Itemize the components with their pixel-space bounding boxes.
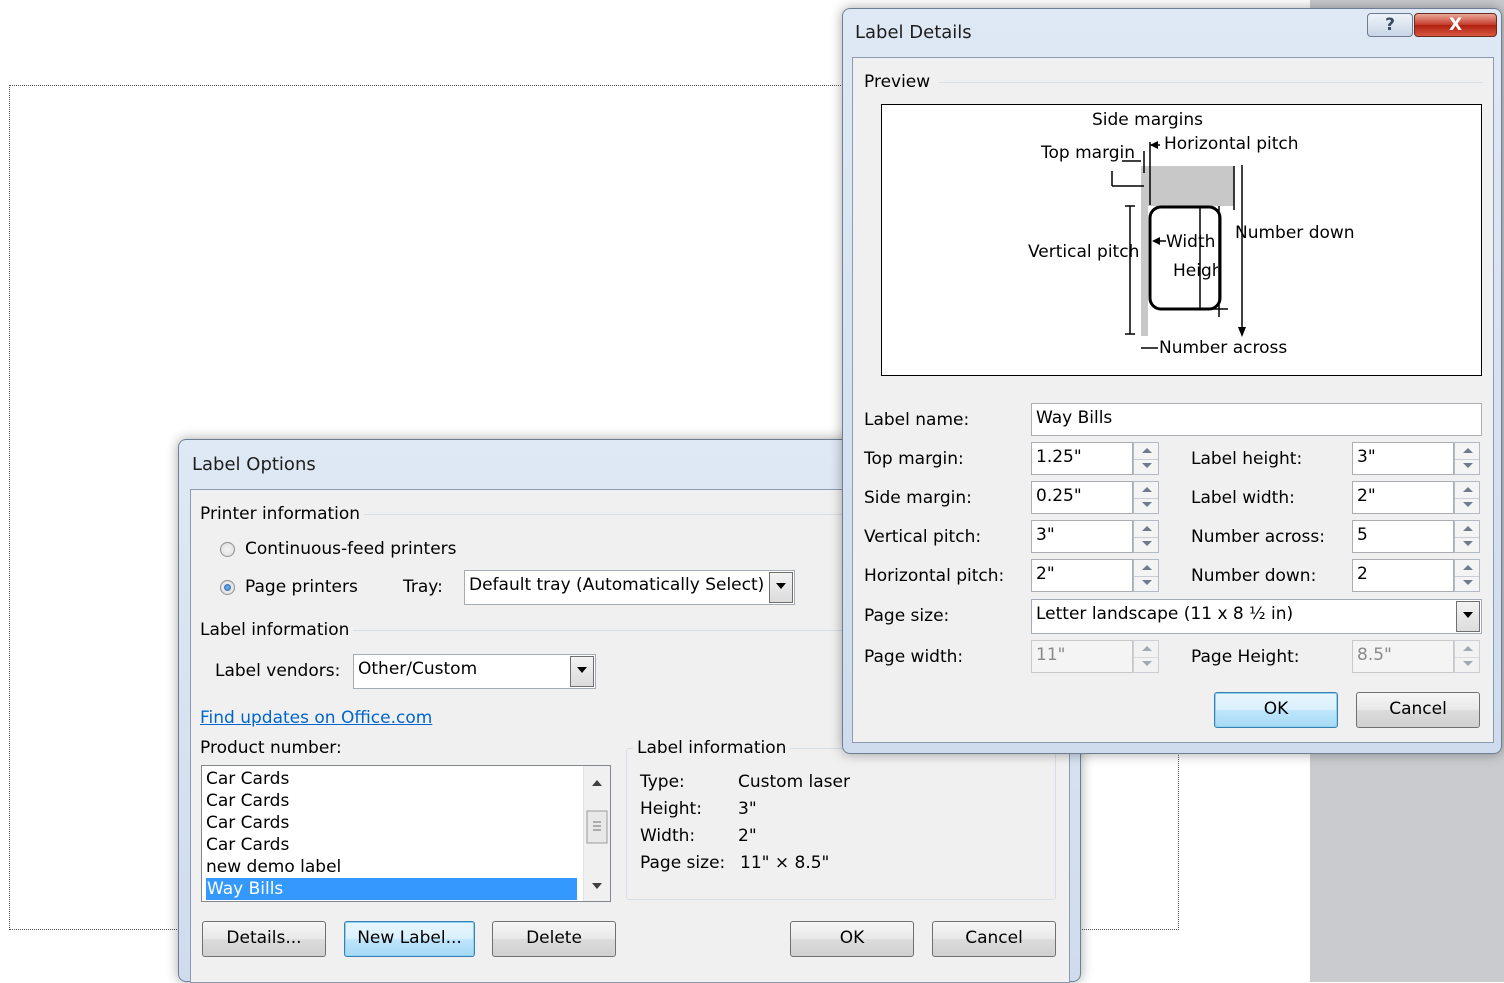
label-information-box — [626, 748, 1056, 900]
number-across-label: Number across: — [1191, 527, 1325, 547]
list-item[interactable]: Car Cards — [206, 790, 289, 812]
continuous-feed-label[interactable]: Continuous-feed printers — [245, 539, 457, 559]
dialog-title: Label Details — [855, 22, 972, 43]
type-label: Type: — [640, 772, 685, 792]
top-margin-input[interactable]: 1.25" — [1031, 442, 1133, 475]
scrollbar-arrows-icon[interactable] — [584, 766, 610, 901]
list-item-selected[interactable]: Way Bills — [206, 878, 577, 900]
page-width-stepper — [1133, 640, 1159, 673]
label-height-stepper[interactable] — [1454, 442, 1480, 475]
label-height-input[interactable]: 3" — [1352, 442, 1454, 475]
label-width-label: Label width: — [1191, 488, 1295, 508]
ok-button[interactable]: OK — [790, 921, 914, 957]
printer-information-heading: Printer information — [200, 504, 365, 524]
top-margin-label: Top margin: — [864, 449, 964, 469]
side-margins-caption: Side margins — [1092, 110, 1203, 130]
number-down-label: Number down: — [1191, 566, 1317, 586]
list-item[interactable]: new demo label — [206, 856, 341, 878]
list-item[interactable]: Car Cards — [206, 812, 289, 834]
side-margin-input[interactable]: 0.25" — [1031, 481, 1133, 514]
label-vendors-label: Label vendors: — [215, 661, 341, 681]
label-information-subheading: Label information — [633, 738, 791, 758]
tray-select[interactable]: Default tray (Automatically Select) — [464, 570, 795, 605]
label-height-label: Label height: — [1191, 449, 1303, 469]
horizontal-pitch-input[interactable]: 2" — [1031, 559, 1133, 592]
delete-button[interactable]: Delete — [492, 921, 616, 957]
label-information-heading: Label information — [200, 620, 354, 640]
vertical-pitch-stepper[interactable] — [1133, 520, 1159, 553]
page-size-label: Page size: — [640, 853, 726, 873]
number-across-stepper[interactable] — [1454, 520, 1480, 553]
label-name-label: Label name: — [864, 410, 970, 430]
chevron-down-icon[interactable] — [769, 572, 793, 603]
vertical-pitch-caption: Vertical pitch — [1028, 242, 1140, 262]
tray-label: Tray: — [403, 577, 443, 597]
label-vendors-select[interactable]: Other/Custom — [353, 654, 596, 689]
vertical-pitch-label: Vertical pitch: — [864, 527, 982, 547]
product-list-scrollbar[interactable] — [583, 766, 610, 901]
page-size-label: Page size: — [864, 606, 950, 626]
number-down-caption: Number down — [1235, 223, 1355, 243]
width-value: 2" — [738, 826, 757, 846]
page-printers-label[interactable]: Page printers — [245, 577, 358, 597]
label-name-input[interactable]: Way Bills — [1031, 403, 1482, 436]
top-margin-stepper[interactable] — [1133, 442, 1159, 475]
page-height-input: 8.5" — [1352, 640, 1454, 673]
page-width-input: 11" — [1031, 640, 1133, 673]
continuous-feed-radio[interactable] — [220, 542, 235, 557]
top-margin-caption: Top margin — [1041, 143, 1136, 163]
side-margin-label: Side margin: — [864, 488, 972, 508]
ok-button[interactable]: OK — [1214, 692, 1338, 728]
number-down-stepper[interactable] — [1454, 559, 1480, 592]
dialog-title: Label Options — [192, 454, 316, 475]
help-button[interactable]: ? — [1367, 13, 1413, 37]
height-value: 3" — [738, 799, 757, 819]
page-width-label: Page width: — [864, 647, 964, 667]
page-size-value: 11" × 8.5" — [740, 853, 830, 873]
find-updates-link[interactable]: Find updates on Office.com — [200, 708, 432, 728]
page-height-stepper — [1454, 640, 1480, 673]
type-value: Custom laser — [738, 772, 850, 792]
height-label: Height: — [640, 799, 702, 819]
vertical-pitch-input[interactable]: 3" — [1031, 520, 1133, 553]
list-item[interactable]: Car Cards — [206, 768, 289, 790]
horizontal-pitch-stepper[interactable] — [1133, 559, 1159, 592]
width-caption: Width — [1166, 232, 1216, 252]
page-height-label: Page Height: — [1191, 647, 1300, 667]
label-width-input[interactable]: 2" — [1352, 481, 1454, 514]
height-caption: Height — [1173, 261, 1218, 281]
cancel-button[interactable]: Cancel — [1356, 692, 1480, 728]
label-preview-diagram: Side margins Horizontal pitch Top margin… — [881, 104, 1482, 376]
label-width-stepper[interactable] — [1454, 481, 1480, 514]
list-item[interactable]: Car Cards — [206, 834, 289, 856]
horizontal-pitch-label: Horizontal pitch: — [864, 566, 1005, 586]
page-printers-radio[interactable] — [220, 580, 235, 595]
page-size-select[interactable]: Letter landscape (11 x 8 ½ in) — [1031, 599, 1482, 634]
cancel-button[interactable]: Cancel — [932, 921, 1056, 957]
side-margin-stepper[interactable] — [1133, 481, 1159, 514]
number-down-input[interactable]: 2 — [1352, 559, 1454, 592]
width-label: Width: — [640, 826, 696, 846]
number-across-input[interactable]: 5 — [1352, 520, 1454, 553]
product-number-label: Product number: — [200, 738, 342, 758]
preview-heading: Preview — [864, 72, 935, 92]
chevron-down-icon[interactable] — [570, 656, 594, 687]
close-button[interactable]: X — [1414, 13, 1497, 37]
chevron-down-icon[interactable] — [1456, 601, 1480, 632]
details-button[interactable]: Details... — [202, 921, 326, 957]
horizontal-pitch-caption: Horizontal pitch — [1164, 134, 1299, 154]
label-details-dialog: Label Details ? X Preview Side margins H… — [842, 8, 1502, 754]
product-number-list[interactable]: Car Cards Car Cards Car Cards Car Cards … — [201, 765, 611, 902]
number-across-caption: Number across — [1159, 338, 1288, 358]
new-label-button[interactable]: New Label... — [344, 921, 475, 957]
